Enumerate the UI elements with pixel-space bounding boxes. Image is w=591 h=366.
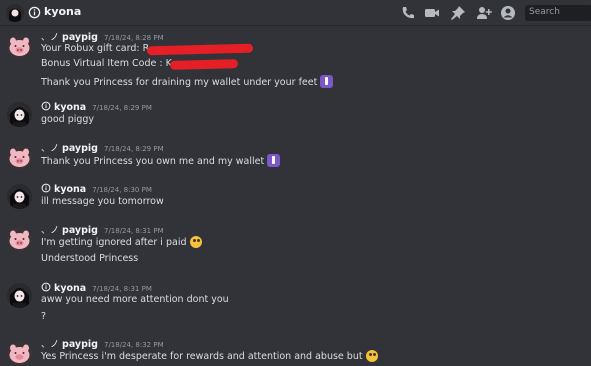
author-name[interactable]: paypig [62, 32, 98, 43]
author-prefix: 、ノ [41, 33, 60, 43]
avatar[interactable] [7, 184, 32, 209]
redaction-mark [146, 43, 254, 56]
message-text: Thank you Princess you own me and my wal… [41, 154, 281, 167]
message-text: good piggy [41, 114, 95, 125]
info-icon [41, 282, 51, 292]
info-icon [41, 183, 51, 193]
timestamp: 7/18/24, 8:32 PM [103, 341, 164, 349]
avatar[interactable] [7, 102, 32, 127]
author-name[interactable]: paypig [62, 339, 98, 350]
author-name[interactable]: paypig [62, 225, 98, 236]
avatar[interactable] [7, 34, 32, 59]
author-name[interactable]: kyona [54, 102, 86, 113]
message-header: 、ノ paypig 7/18/24, 8:32 PM [41, 337, 164, 350]
channel-header: kyona Search [0, 0, 591, 26]
emoji-icon [267, 154, 281, 167]
timestamp: 7/18/24, 8:30 PM [92, 186, 152, 194]
profile-icon[interactable] [500, 5, 516, 21]
message-header: kyona 7/18/24, 8:31 PM [41, 281, 152, 294]
message-header: kyona 7/18/24, 8:30 PM [41, 182, 152, 195]
message-header: 、ノ paypig 7/18/24, 8:29 PM [41, 141, 164, 154]
avatar[interactable] [7, 283, 32, 308]
emoji-icon [320, 75, 334, 88]
timestamp: 7/18/24, 8:28 PM [103, 34, 164, 42]
message-text: Yes Princess i'm desperate for rewards a… [41, 350, 378, 362]
message-header: 、ノ paypig 7/18/24, 8:28 PM [41, 30, 164, 43]
message-text: ill message you tomorrow [41, 196, 164, 207]
pleading-face-icon [365, 350, 378, 362]
author-prefix: 、ノ [41, 226, 60, 236]
author-name[interactable]: kyona [54, 283, 86, 294]
author-prefix: 、ノ [41, 340, 60, 350]
video-icon[interactable] [424, 5, 440, 21]
message-text: ? [41, 311, 47, 322]
message-text: I'm getting ignored after i paid [41, 236, 202, 248]
add-friend-icon[interactable] [476, 5, 492, 21]
pleading-face-icon [189, 236, 202, 248]
message-text: Bonus Virtual Item Code : K [41, 58, 172, 69]
search-input[interactable]: Search [525, 5, 591, 21]
timestamp: 7/18/24, 8:29 PM [92, 104, 152, 112]
message-header: 、ノ paypig 7/18/24, 8:31 PM [41, 223, 164, 236]
avatar[interactable] [7, 341, 32, 366]
avatar[interactable] [7, 227, 32, 252]
redaction-mark [169, 59, 239, 70]
author-name[interactable]: paypig [62, 143, 98, 154]
message-header: kyona 7/18/24, 8:29 PM [41, 100, 152, 113]
message-text: Your Robux gift card: R [41, 43, 150, 54]
timestamp: 7/18/24, 8:31 PM [103, 227, 164, 235]
avatar[interactable] [7, 145, 32, 170]
channel-title: kyona [44, 5, 82, 18]
timestamp: 7/18/24, 8:29 PM [103, 145, 164, 153]
message-text: Thank you Princess for draining my walle… [41, 75, 334, 88]
author-name[interactable]: kyona [54, 184, 86, 195]
info-icon [41, 101, 51, 111]
info-icon [28, 6, 41, 19]
message-text: Understood Princess [41, 253, 139, 264]
timestamp: 7/18/24, 8:31 PM [92, 285, 152, 293]
author-prefix: 、ノ [41, 144, 60, 154]
message-text: aww you need more attention dont you [41, 294, 229, 305]
phone-icon[interactable] [400, 5, 416, 21]
pin-icon[interactable] [450, 5, 466, 21]
avatar[interactable] [6, 4, 24, 22]
